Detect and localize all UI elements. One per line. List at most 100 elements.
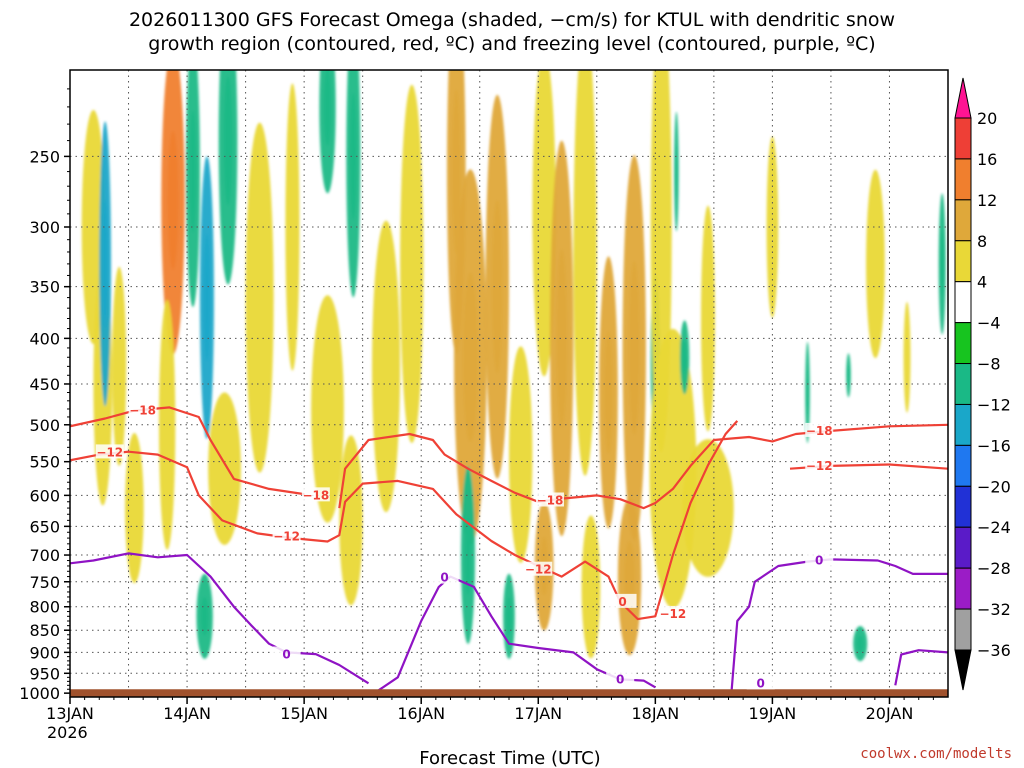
contour-label-11: 0 [440, 571, 448, 585]
colorbar-label-10: −24 [977, 518, 1011, 537]
y-tick-label-500: 500 [29, 416, 60, 435]
omega-core-47 [940, 232, 944, 296]
y-axis-pressure: 250 300 350 400 450 500 550 600 650 700 750 800 850 9… [19, 88, 70, 703]
y-tick-label-300: 300 [29, 218, 60, 237]
omega-region-12 [245, 122, 274, 473]
contour-zero-0 [70, 552, 370, 685]
omega-core-5 [167, 130, 179, 270]
colorbar-label-13: −36 [977, 641, 1011, 660]
omega-core-9 [200, 597, 209, 636]
colorbar-bottom-triangle [954, 649, 972, 691]
colorbar-label-8: −16 [977, 436, 1011, 455]
omega-region-19 [400, 84, 424, 444]
y-tick-label-550: 550 [29, 453, 60, 472]
omega-region-25 [509, 346, 533, 563]
contour-label-3: −12 [273, 529, 300, 543]
omega-region-39 [700, 205, 716, 432]
x-tick-label-15JAN: 15JAN [280, 704, 328, 723]
y-tick-label-700: 700 [29, 546, 60, 565]
omega-region-29 [573, 70, 597, 476]
omega-time-height-chart: 2026011300 GFS Forecast Omega (shaded, −… [19, 9, 1012, 768]
y-tick-label-1000: 1000 [19, 684, 60, 703]
y-tick-label-350: 350 [29, 278, 60, 297]
contour-label-7: −12 [660, 607, 687, 621]
y-tick-label-950: 950 [29, 664, 60, 683]
y-tick-label-600: 600 [29, 486, 60, 505]
colorbar-label-0: 20 [977, 109, 997, 128]
colorbar-box-2 [954, 199, 972, 242]
omega-region-3 [112, 266, 127, 466]
omega-core-37 [675, 144, 678, 199]
contour-label-2: −18 [302, 488, 329, 502]
omega-core-21 [462, 272, 478, 442]
x-axis-label: Forecast Time (UTC) [419, 748, 600, 768]
omega-region-18 [372, 220, 401, 513]
colorbar-label-9: −20 [977, 477, 1011, 496]
y-tick-label-850: 850 [29, 621, 60, 640]
colorbar-top-triangle [954, 77, 972, 119]
omega-region-13 [285, 83, 300, 371]
x-tick-label-16JAN: 16JAN [397, 704, 445, 723]
colorbar-label-11: −28 [977, 559, 1011, 578]
contour-label-14: 0 [815, 554, 823, 568]
contour-label-9: −12 [806, 459, 833, 473]
omega-region-46 [903, 301, 911, 413]
x-tick-label-19JAN: 19JAN [749, 704, 797, 723]
omega-core-38 [682, 340, 687, 374]
omega-region-45 [866, 169, 885, 359]
colorbar: 20 16 12 8 4 −4 −8 −12 −16 −20 −24 −28 −32 −36 [954, 77, 1011, 691]
chart-title-line-1: 2026011300 GFS Forecast Omega (shaded, −… [129, 9, 895, 31]
omega-region-30 [581, 515, 601, 659]
omega-region-6 [158, 299, 176, 550]
omega-core-15 [323, 70, 332, 146]
colorbar-box-5 [954, 322, 972, 365]
contour-label-10: 0 [282, 647, 290, 661]
colorbar-box-4 [954, 281, 972, 324]
colorbar-box-11 [954, 567, 972, 610]
ground-surface [70, 689, 948, 697]
colorbar-label-2: 12 [977, 191, 997, 210]
colorbar-box-10 [954, 526, 972, 569]
colorbar-box-12 [954, 608, 972, 651]
contour-label-12: 0 [616, 672, 624, 686]
omega-core-43 [847, 365, 850, 386]
credit-text: coolwx.com/modelts [860, 746, 1012, 762]
omega-core-32 [628, 261, 640, 435]
y-tick-label-800: 800 [29, 598, 60, 617]
x-tick-label-17JAN: 17JAN [514, 704, 562, 723]
contour-label-6: 0 [618, 595, 626, 609]
y-tick-label-750: 750 [29, 573, 60, 592]
y-tick-label-900: 900 [29, 643, 60, 662]
x-tick-label-14JAN: 14JAN [163, 704, 211, 723]
x-tick-label-18JAN: 18JAN [631, 704, 679, 723]
colorbar-label-12: −32 [977, 600, 1011, 619]
contour-label-5: −12 [525, 563, 552, 577]
contour-label-0: −18 [129, 404, 156, 418]
omega-core-10 [223, 75, 233, 206]
colorbar-box-7 [954, 403, 972, 446]
contour-label-4: −18 [537, 493, 564, 507]
colorbar-box-0 [954, 117, 972, 160]
omega-core-31 [604, 331, 613, 454]
colorbar-label-1: 16 [977, 150, 997, 169]
y-tick-label-650: 650 [29, 517, 60, 536]
omega-core-7 [189, 110, 197, 233]
contour-label-8: −18 [806, 424, 833, 438]
omega-core-8 [203, 233, 211, 362]
omega-core-42 [806, 369, 809, 416]
omega-core-24 [506, 597, 512, 636]
x-tick-label-13JAN: 13JAN [46, 704, 94, 723]
colorbar-label-7: −12 [977, 395, 1011, 414]
colorbar-label-6: −8 [977, 355, 1001, 374]
y-tick-label-250: 250 [29, 147, 60, 166]
omega-core-2 [102, 199, 108, 328]
colorbar-label-5: −4 [977, 314, 1001, 333]
colorbar-label-4: 4 [977, 273, 987, 292]
colorbar-box-8 [954, 444, 972, 487]
x-axis-year: 2026 [47, 723, 88, 742]
contour-label-1: −12 [96, 445, 123, 459]
omega-core-44 [857, 635, 864, 652]
x-axis-time: 13JAN 14JAN 15JAN 16JAN 17JAN 18JAN 19JAN 20JAN [46, 697, 934, 723]
colorbar-box-3 [954, 240, 972, 283]
chart-title-line-2: growth region (contoured, red, ºC) and f… [148, 33, 875, 55]
